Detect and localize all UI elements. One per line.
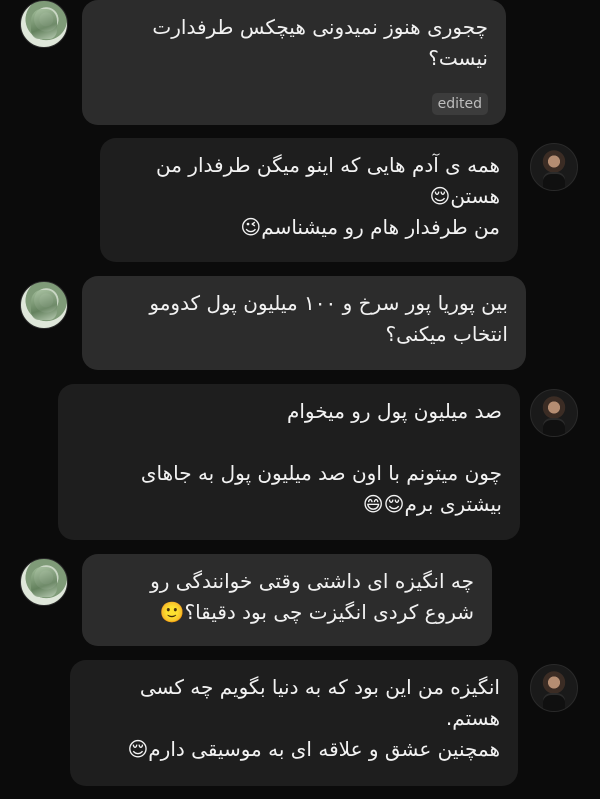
message-text: هستن😌 [429, 184, 501, 208]
message-bubble: چه انگیزه ای داشتی وقتی خوانندگی رو شروع… [82, 554, 492, 646]
message-text: چه انگیزه ای داشتی وقتی خوانندگی رو [150, 569, 474, 593]
edited-badge: edited [431, 93, 488, 115]
message-bubble: بین پوریا پور سرخ و ۱۰۰ میلیون پول کدومو… [82, 276, 526, 370]
message-text: بیشتری برم😌😄 [362, 492, 502, 516]
avatar[interactable] [530, 389, 578, 437]
message-text: انتخاب میکنی؟ [385, 322, 508, 346]
message-bubble: همه ی آدم هایی که اینو میگن طرفدار من هس… [100, 138, 518, 262]
message-bubble: انگیزه من این بود که به دنیا بگویم چه کس… [70, 660, 518, 786]
message-text [76, 427, 502, 458]
message-text: صد میلیون پول رو میخوام [286, 399, 502, 423]
avatar[interactable] [20, 0, 68, 48]
message-text: نیست؟ [428, 46, 488, 70]
message-text: من طرفدار هام رو میشناسم😉 [240, 215, 500, 239]
avatar[interactable] [20, 558, 68, 606]
message-text: شروع کردی انگیزت چی بود دقیقا؟🙂 [159, 600, 474, 624]
message-bubble: چجوری هنوز نمیدونی هیچکس طرفدارت نیست؟ e… [82, 0, 506, 125]
avatar[interactable] [530, 143, 578, 191]
message-text: چون میتونم با اون صد میلیون پول به جاهای [140, 461, 502, 485]
message-text: همچنین عشق و علاقه ای به موسیقی دارم😌 [127, 737, 500, 761]
message-text: چجوری هنوز نمیدونی هیچکس طرفدارت [152, 15, 488, 39]
avatar[interactable] [530, 664, 578, 712]
message-text: انگیزه من این بود که به دنیا بگویم چه کس… [139, 675, 500, 699]
message-text: همه ی آدم هایی که اینو میگن طرفدار من [156, 153, 500, 177]
message-text: بین پوریا پور سرخ و ۱۰۰ میلیون پول کدومو [149, 291, 508, 315]
message-bubble: صد میلیون پول رو میخوام چون میتونم با او… [58, 384, 520, 540]
message-text: هستم. [445, 706, 500, 730]
avatar[interactable] [20, 281, 68, 329]
